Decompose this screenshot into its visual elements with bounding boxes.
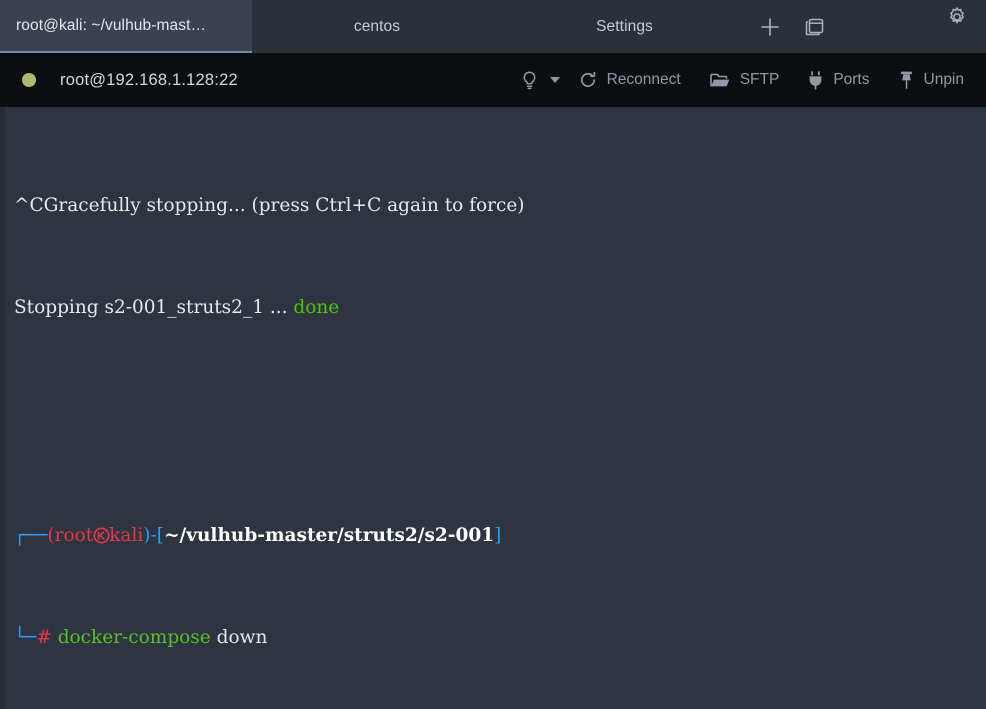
- folder-open-icon: [709, 71, 731, 90]
- tab-label: Settings: [596, 17, 653, 35]
- reconnect-icon: [578, 70, 598, 90]
- prompt-paren-open: (: [47, 525, 55, 547]
- terminal-app-window: root@kali: ~/vulhub-mast… centos Setting…: [0, 0, 986, 709]
- box-drawing-top: ┌──: [14, 525, 48, 547]
- tab-root-kali[interactable]: root@kali: ~/vulhub-mast…: [0, 0, 252, 53]
- prompt-paren-close: )-[: [143, 525, 164, 547]
- command-name: docker-compose: [57, 627, 211, 649]
- tab-bar-actions: [753, 0, 831, 53]
- line-text: ^CGracefully stopping... (press Ctrl+C a…: [14, 195, 525, 217]
- kali-dragon-icon: [93, 527, 110, 544]
- prompt-path: ~/vulhub-master/struts2/s2-001: [163, 525, 495, 547]
- prompt-user: root: [54, 525, 94, 547]
- command-args: down: [210, 627, 268, 649]
- hint-button[interactable]: [506, 53, 564, 107]
- session-host-label: root@192.168.1.128:22: [60, 70, 238, 89]
- sftp-button[interactable]: SFTP: [695, 53, 794, 107]
- tab-label: root@kali: ~/vulhub-mast…: [16, 16, 207, 34]
- terminal-output: ^CGracefully stopping... (press Ctrl+C a…: [14, 117, 986, 709]
- command-line: └─# docker-compose down: [14, 625, 986, 650]
- terminal-line: ^CGracefully stopping... (press Ctrl+C a…: [14, 193, 986, 218]
- status-done: done: [293, 296, 340, 318]
- split-pane-button[interactable]: [797, 10, 831, 44]
- tab-bar-spacer: [831, 0, 940, 53]
- tab-centos[interactable]: centos: [252, 0, 502, 53]
- ports-button[interactable]: Ports: [793, 53, 883, 107]
- sftp-label: SFTP: [739, 71, 780, 88]
- prompt-sigil: #: [36, 627, 52, 649]
- terminal-left-edge: [0, 107, 5, 709]
- settings-gear-button[interactable]: [940, 0, 974, 34]
- tab-bar: root@kali: ~/vulhub-mast… centos Setting…: [0, 0, 986, 53]
- connection-status-indicator: [22, 73, 36, 87]
- chevron-down-icon: [549, 77, 560, 83]
- new-tab-button[interactable]: [753, 10, 787, 44]
- box-drawing-bottom: └─: [14, 627, 37, 649]
- reconnect-button[interactable]: Reconnect: [564, 53, 695, 107]
- tab-label: centos: [353, 17, 401, 35]
- terminal-line: Stopping s2-001_struts2_1 ... done: [14, 295, 986, 320]
- session-toolbar: root@192.168.1.128:22 Reconnect SFTP Por…: [0, 53, 986, 107]
- terminal-pane[interactable]: ^CGracefully stopping... (press Ctrl+C a…: [0, 107, 986, 709]
- lightbulb-icon: [520, 70, 539, 91]
- reconnect-label: Reconnect: [606, 71, 681, 88]
- pin-icon: [898, 70, 915, 91]
- plug-icon: [807, 70, 824, 91]
- prompt-line: ┌──(root kali)-[~/vulhub-master/struts2/s…: [14, 523, 986, 548]
- ports-label: Ports: [833, 71, 870, 88]
- tab-settings[interactable]: Settings: [502, 0, 747, 53]
- unpin-label: Unpin: [923, 71, 965, 88]
- unpin-button[interactable]: Unpin: [884, 53, 986, 107]
- prompt-host: kali: [109, 525, 144, 547]
- prompt-bracket-close: ]: [494, 525, 502, 547]
- line-text: Stopping s2-001_struts2_1 ...: [14, 296, 294, 318]
